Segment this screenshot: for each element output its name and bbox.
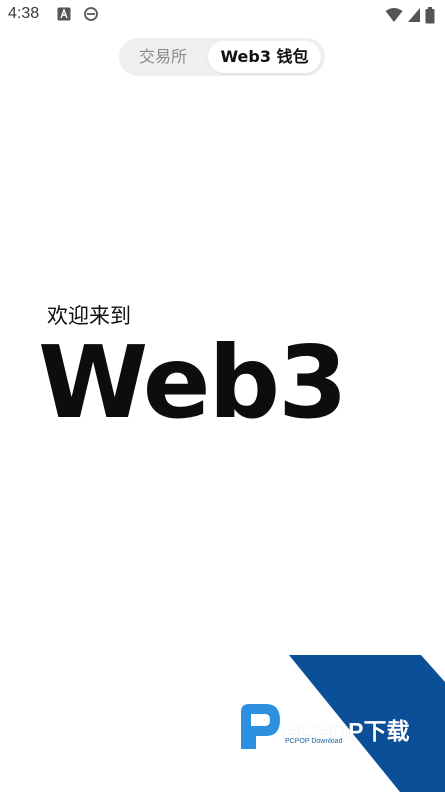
status-right-icons xyxy=(385,6,435,24)
wifi-icon xyxy=(385,8,403,22)
status-time: 4:38 xyxy=(8,5,40,22)
app-screen: 4:38 交易所 Web3 钱包 欢迎来到 Web3 PCPOP下载 PCPOP… xyxy=(0,0,445,792)
mode-tabs: 交易所 Web3 钱包 xyxy=(119,38,325,76)
a-notification-icon xyxy=(57,7,71,21)
watermark-logo-icon xyxy=(241,704,280,749)
watermark-band-shape xyxy=(289,655,445,792)
watermark-brand: PCPOP下载 xyxy=(283,718,410,744)
watermark-sub: PCPOP Download xyxy=(285,738,343,745)
status-bar: 4:38 xyxy=(0,0,445,30)
hero-title: Web3 xyxy=(38,324,348,441)
tab-web3-wallet[interactable]: Web3 钱包 xyxy=(208,41,321,73)
browser-notification-icon xyxy=(84,7,98,21)
tab-exchange[interactable]: 交易所 xyxy=(123,41,203,73)
cell-signal-icon xyxy=(408,8,420,22)
battery-icon xyxy=(425,6,435,23)
